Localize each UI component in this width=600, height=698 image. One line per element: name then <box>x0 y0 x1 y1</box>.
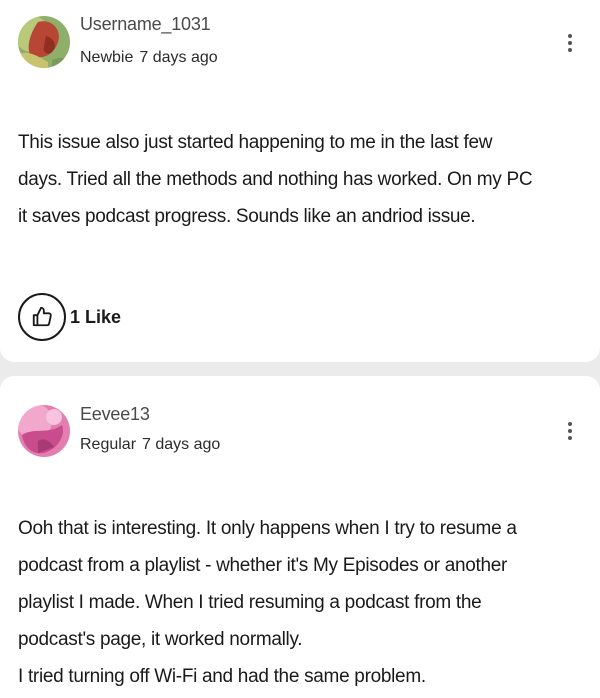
user-rank: Newbie <box>80 49 134 66</box>
more-vertical-icon <box>568 34 572 38</box>
post-time: 7 days ago <box>142 436 221 453</box>
avatar-image <box>18 405 70 457</box>
more-vertical-icon <box>568 422 572 426</box>
like-section: 1 Like <box>18 291 121 343</box>
post-meta: Newbie 7 days ago <box>80 49 218 67</box>
username[interactable]: Username_1031 <box>80 14 211 35</box>
menu-dot <box>568 48 572 52</box>
post-body: Ooh that is interesting. It only happens… <box>18 510 588 695</box>
post-body-line: podcast's page, it worked normally. <box>18 629 303 650</box>
user-rank: Regular <box>80 436 137 453</box>
username[interactable]: Eevee13 <box>80 404 150 425</box>
post-body-line: it saves podcast progress. Sounds like a… <box>18 206 476 227</box>
post-body: This issue also just started happening t… <box>18 124 588 235</box>
avatar-image <box>18 16 70 68</box>
post-time: 7 days ago <box>139 49 218 66</box>
reply-card: Eevee13 Regular 7 days ago Ooh that is in… <box>0 376 600 698</box>
menu-dot <box>568 41 572 45</box>
user-avatar[interactable] <box>18 16 70 68</box>
reply-card: Username_1031 Newbie 7 days ago This issu… <box>0 0 600 362</box>
more-options-button[interactable] <box>560 28 580 58</box>
menu-dot <box>568 429 572 433</box>
thumbs-up-icon <box>32 306 52 327</box>
like-button[interactable] <box>18 293 66 341</box>
post-body-line: playlist I made. When I tried resuming a… <box>18 592 482 613</box>
post-meta: Regular 7 days ago <box>80 436 220 454</box>
post-body-line: podcast from a playlist - whether it's M… <box>18 555 508 576</box>
post-body-line: days. Tried all the methods and nothing … <box>18 169 533 190</box>
user-avatar[interactable] <box>18 405 70 457</box>
post-body-line: Ooh that is interesting. It only happens… <box>18 518 517 539</box>
post-body-line: I tried turning off Wi-Fi and had the sa… <box>18 666 426 687</box>
more-options-button[interactable] <box>560 416 580 446</box>
menu-dot <box>568 436 572 440</box>
post-body-line: This issue also just started happening t… <box>18 132 493 153</box>
like-count[interactable]: 1 Like <box>70 307 121 328</box>
